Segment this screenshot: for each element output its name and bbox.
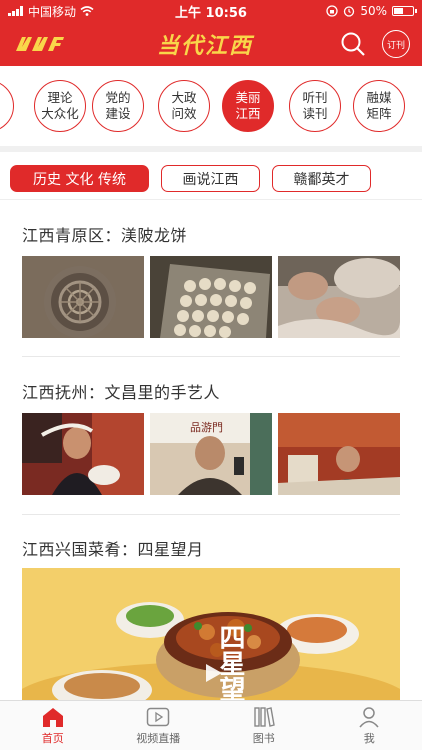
article-title: 江西青原区：渼陂龙饼 <box>22 226 188 245</box>
channel-item-policy[interactable]: 大政 问效 <box>158 80 210 132</box>
tab-label: 图书 <box>252 731 275 745</box>
channel-item-theory[interactable]: 理论 大众化 <box>34 80 86 132</box>
thumbnail-image <box>278 256 400 338</box>
tag-talents[interactable]: 赣鄱英才 <box>272 165 371 192</box>
article-card[interactable]: 江西青原区：渼陂龙饼 <box>22 222 400 338</box>
play-icon[interactable] <box>200 660 226 686</box>
sub-tag-bar: 历史 文化 传统 画说江西 赣鄱英才 <box>0 158 422 200</box>
status-bar: 中国移动 上午 10:56 50% <box>0 0 422 22</box>
battery-level <box>393 8 403 14</box>
article-card[interactable]: 江西抚州：文昌里的手艺人 品游門 <box>22 379 400 495</box>
divider <box>22 514 400 515</box>
channel-item-listen[interactable]: 听刊 读刊 <box>289 80 341 132</box>
tag-painting-jiangxi[interactable]: 画说江西 <box>161 165 260 192</box>
article-card[interactable]: 江西兴国菜肴：四星望月 <box>22 536 400 560</box>
brand-logo-icon[interactable] <box>12 33 70 55</box>
app-title: 当代江西 <box>156 33 253 59</box>
svg-text:品游門: 品游門 <box>190 421 223 434</box>
thumbnail-image <box>278 413 400 495</box>
tab-label: 我 <box>363 731 375 745</box>
status-right: 50% <box>279 4 417 18</box>
status-time: 上午 10:56 <box>175 5 247 21</box>
tab-label: 视频直播 <box>136 731 181 745</box>
channel-item-partial[interactable] <box>0 80 14 132</box>
carrier-label: 中国移动 <box>28 4 77 19</box>
subscribe-button[interactable]: 订刊 <box>382 30 410 58</box>
tab-video-live[interactable]: 视频直播 <box>106 701 212 750</box>
video-icon <box>147 707 170 726</box>
tag-history-culture[interactable]: 历史 文化 传统 <box>10 165 149 192</box>
channel-item-beautiful-jiangxi[interactable]: 美丽 江西 <box>222 80 274 132</box>
article-title: 江西抚州：文昌里的手艺人 <box>22 383 221 402</box>
tab-books[interactable]: 图书 <box>211 701 317 750</box>
thumbnail-image <box>22 256 144 338</box>
search-icon[interactable] <box>340 31 366 57</box>
channel-bar: 理论 大众化 党的 建设 大政 问效 美丽 江西 听刊 读刊 融媒 矩阵 <box>0 66 422 152</box>
article-title: 江西兴国菜肴：四星望月 <box>22 540 204 559</box>
thumbnail-image: 品游門 <box>150 413 272 495</box>
status-left: 中国移动 <box>8 3 143 20</box>
thumbnail-image <box>22 413 144 495</box>
bottom-tab-bar: 首页 视频直播 图书 我 <box>0 700 422 750</box>
wifi-icon <box>80 6 94 16</box>
orientation-lock-icon <box>326 5 338 17</box>
app-header: 当代江西 订刊 <box>0 22 422 66</box>
channel-item-party[interactable]: 党的 建设 <box>92 80 144 132</box>
signal-icon <box>8 6 23 16</box>
tab-home[interactable]: 首页 <box>0 701 106 750</box>
battery-percent: 50% <box>360 4 387 18</box>
divider <box>22 356 400 357</box>
thumbnail-image <box>150 256 272 338</box>
tab-me[interactable]: 我 <box>317 701 422 750</box>
battery-icon <box>391 6 417 16</box>
alarm-icon <box>344 6 355 17</box>
user-icon <box>359 706 379 727</box>
header-actions: 订刊 <box>340 30 410 58</box>
tab-label: 首页 <box>41 731 64 745</box>
home-icon <box>42 707 63 727</box>
thumbnail-row: 品游門 <box>22 413 400 495</box>
article-cover-image[interactable]: 四星望 <box>22 568 400 702</box>
thumbnail-row <box>22 256 400 338</box>
channel-item-media[interactable]: 融媒 矩阵 <box>353 80 405 132</box>
books-icon <box>254 706 275 727</box>
